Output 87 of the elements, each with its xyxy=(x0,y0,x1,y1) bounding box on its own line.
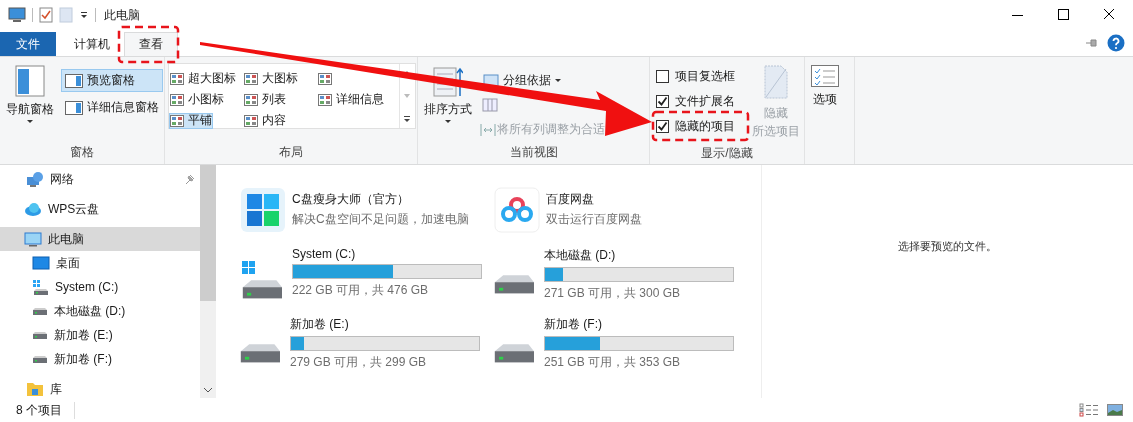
monitor-icon xyxy=(32,256,50,270)
preview-message: 选择要预览的文件。 xyxy=(898,239,997,254)
view-option[interactable]: 超大图标 xyxy=(169,70,237,87)
pane-icon xyxy=(15,65,45,99)
network-icon xyxy=(26,170,44,188)
view-option[interactable] xyxy=(317,70,333,87)
nav-item[interactable]: 库 xyxy=(0,377,200,398)
nav-item[interactable]: 新加卷 (F:) xyxy=(0,347,200,371)
nav-item[interactable]: 网络 xyxy=(0,167,200,191)
highlight-frame xyxy=(117,25,180,64)
drive-name[interactable]: 新加卷 (E:) xyxy=(290,316,480,333)
drive-usage: 251 GB 可用，共 353 GB xyxy=(544,354,682,371)
view-icon xyxy=(244,93,258,106)
document-icon xyxy=(764,65,788,99)
checkbox-label[interactable]: 项目复选框 xyxy=(675,67,735,85)
details-view-icon[interactable] xyxy=(1079,403,1099,417)
app-name[interactable]: C盘瘦身大师（官方） xyxy=(292,191,469,208)
caret-icon xyxy=(27,120,33,124)
checkbox-label[interactable]: 文件扩展名 xyxy=(675,92,735,110)
group-label: 显示/隐藏 xyxy=(700,145,754,162)
checkbox[interactable] xyxy=(656,94,669,108)
group-label: 窗格 xyxy=(69,144,95,161)
view-option[interactable]: 内容 xyxy=(243,112,287,129)
drive-name[interactable]: System (C:) xyxy=(292,247,482,261)
drive-usage: 271 GB 可用，共 300 GB xyxy=(544,285,682,302)
options-icon xyxy=(811,65,839,89)
folder-icon xyxy=(26,381,44,397)
file-menu-tab[interactable]: 文件 xyxy=(0,32,56,56)
fit-columns-icon xyxy=(480,122,496,137)
nav-item[interactable]: System (C:) xyxy=(0,275,200,299)
group-icon xyxy=(483,73,499,88)
view-option[interactable]: 小图标 xyxy=(169,91,225,108)
scrollbar[interactable] xyxy=(200,165,216,398)
app-description: 解决C盘空间不足问题，加速电脑 xyxy=(292,211,469,228)
pane-toggle-button[interactable]: 预览窗格 xyxy=(61,69,163,92)
more-icon[interactable] xyxy=(401,113,413,125)
options-button[interactable]: 选项 xyxy=(808,61,842,162)
nav-item[interactable]: 桌面 xyxy=(0,251,200,275)
scroll-thumb[interactable] xyxy=(200,165,216,301)
drive-usage: 279 GB 可用，共 299 GB xyxy=(290,354,428,371)
checkbox-label[interactable]: 隐藏的项目 xyxy=(675,117,735,135)
pin-icon[interactable] xyxy=(1085,38,1099,48)
dropdown-icon[interactable] xyxy=(79,10,89,20)
help-icon[interactable] xyxy=(1107,34,1125,52)
nav-item[interactable]: 本地磁盘 (D:) xyxy=(0,299,200,323)
thumbnail-view-icon[interactable] xyxy=(1107,404,1123,416)
ribbon-tab[interactable]: 查看 xyxy=(124,32,178,56)
group-label: 当前视图 xyxy=(508,144,559,161)
ribbon-tab[interactable]: 计算机 xyxy=(60,32,124,56)
item-count: 8 个项目 xyxy=(16,401,75,419)
view-option[interactable]: 详细信息 xyxy=(317,91,385,108)
nav-item[interactable]: 此电脑 xyxy=(0,227,200,251)
pane-icon xyxy=(65,73,83,88)
checkbox[interactable] xyxy=(656,69,669,83)
properties-icon[interactable] xyxy=(39,7,53,23)
computer-icon xyxy=(24,231,42,247)
view-option[interactable]: 大图标 xyxy=(243,70,299,87)
drive-icon xyxy=(32,278,49,296)
nav-item[interactable]: 新加卷 (E:) xyxy=(0,323,200,347)
computer-icon xyxy=(8,7,26,23)
drive-icon xyxy=(32,354,48,364)
drive-name[interactable]: 本地磁盘 (D:) xyxy=(544,247,734,264)
app-tiles-icon xyxy=(240,187,286,233)
view-option[interactable]: 平铺 xyxy=(169,112,213,129)
pin-icon[interactable] xyxy=(184,173,196,185)
app-name[interactable]: 百度网盘 xyxy=(546,191,642,208)
drive-icon xyxy=(32,306,48,316)
view-option[interactable]: 列表 xyxy=(243,91,287,108)
window-title: 此电脑 xyxy=(104,6,140,24)
navigation-pane-button[interactable]: 导航窗格 xyxy=(3,61,57,142)
pane-icon xyxy=(65,100,83,115)
group-label: 布局 xyxy=(278,144,304,161)
scroll-down-icon[interactable] xyxy=(203,386,213,394)
nav-item[interactable]: WPS云盘 xyxy=(0,197,200,221)
cloud-icon xyxy=(24,201,42,217)
caret-icon xyxy=(555,78,561,83)
drive-name[interactable]: 新加卷 (F:) xyxy=(544,316,734,333)
view-icon xyxy=(244,72,258,85)
app-description: 双击运行百度网盘 xyxy=(546,211,642,228)
checkbox[interactable] xyxy=(656,119,669,133)
drive-usage: 222 GB 可用，共 476 GB xyxy=(292,282,430,299)
view-icon xyxy=(318,93,332,106)
caret-icon xyxy=(445,120,451,124)
drive-icon xyxy=(32,330,48,340)
pane-toggle-button[interactable]: 详细信息窗格 xyxy=(61,96,163,119)
view-icon xyxy=(318,72,332,85)
cloud-app-icon xyxy=(494,187,540,233)
